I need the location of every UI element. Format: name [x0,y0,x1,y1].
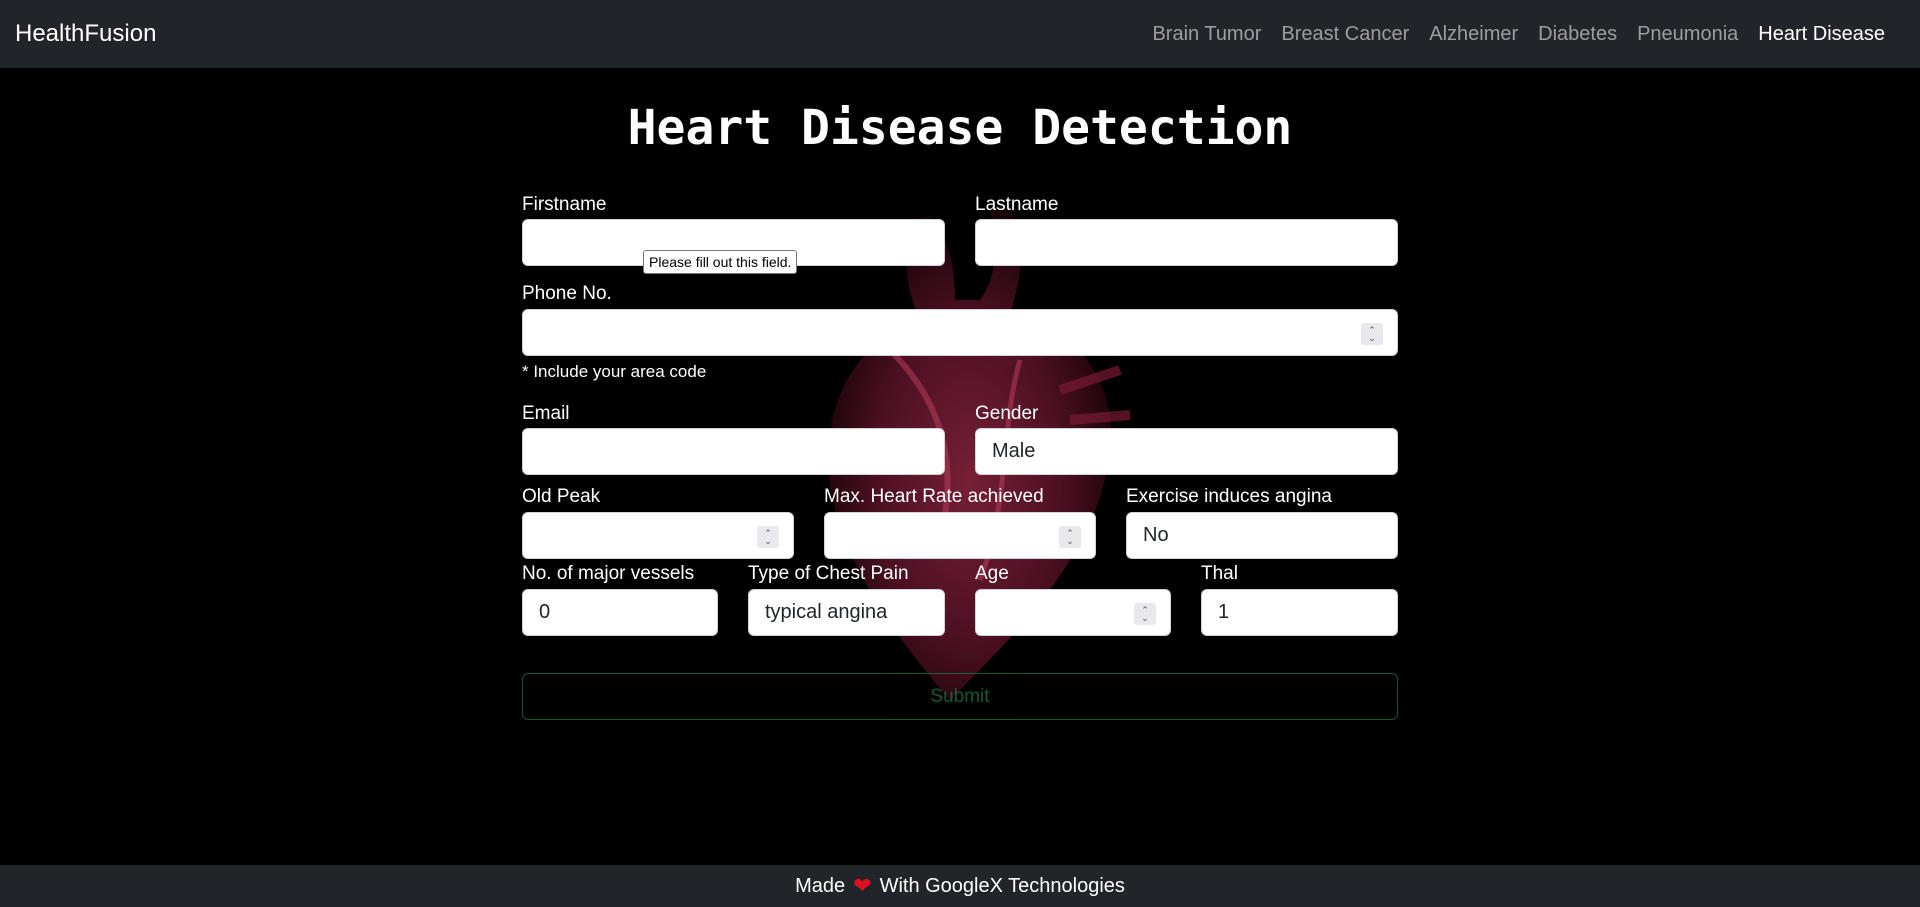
nav-link-diabetes[interactable]: Diabetes [1528,23,1627,46]
phone-help-text: * Include your area code [522,362,707,381]
brand-link[interactable]: HealthFusion [15,20,156,48]
max-heart-rate-input[interactable]: ⌃ ⌄ [824,512,1096,559]
age-input[interactable]: ⌃ ⌄ [975,589,1171,636]
nav-link-brain-tumor[interactable]: Brain Tumor [1142,23,1271,46]
exercise-angina-label: Exercise induces angina [1126,486,1332,507]
nav-link-pneumonia[interactable]: Pneumonia [1627,23,1748,46]
footer-with-text: With GoogleX Technologies [879,874,1125,897]
max-heart-rate-spinner-icon[interactable]: ⌃ ⌄ [1059,526,1081,548]
footer: Made ❤ With GoogleX Technologies [0,865,1920,907]
gender-label: Gender [975,403,1039,424]
old-peak-label: Old Peak [522,486,601,507]
nav-links: Brain Tumor Breast Cancer Alzheimer Diab… [1142,23,1895,46]
old-peak-input[interactable]: ⌃ ⌄ [522,512,794,559]
phone-spinner-icon[interactable]: ⌃ ⌄ [1361,323,1383,345]
nav-link-heart-disease[interactable]: Heart Disease [1748,23,1895,46]
max-heart-rate-label: Max. Heart Rate achieved [824,486,1044,507]
validation-tooltip: Please fill out this field. [643,250,798,274]
heart-icon: ❤ [853,873,872,898]
navbar: HealthFusion Brain Tumor Breast Cancer A… [0,0,1920,68]
major-vessels-label: No. of major vessels [522,563,695,584]
phone-label: Phone No. [522,283,612,304]
email-label: Email [522,403,570,424]
footer-made-text: Made [795,874,846,897]
chest-pain-label: Type of Chest Pain [748,563,909,584]
major-vessels-select[interactable]: 0 [522,589,718,636]
phone-input[interactable]: ⌃ ⌄ [522,309,1398,356]
age-label: Age [975,563,1009,584]
email-input[interactable] [522,428,945,475]
firstname-label: Firstname [522,194,607,215]
nav-link-breast-cancer[interactable]: Breast Cancer [1271,23,1419,46]
nav-link-alzheimer[interactable]: Alzheimer [1419,23,1528,46]
exercise-angina-select[interactable]: No [1126,512,1398,559]
chest-pain-select[interactable]: typical angina [748,589,945,636]
lastname-input[interactable] [975,219,1398,266]
lastname-label: Lastname [975,194,1059,215]
page-title: Heart Disease Detection [627,100,1293,156]
submit-button[interactable]: Submit [522,673,1398,720]
gender-select[interactable]: Male [975,428,1398,475]
old-peak-spinner-icon[interactable]: ⌃ ⌄ [757,526,779,548]
age-spinner-icon[interactable]: ⌃ ⌄ [1134,603,1156,625]
thal-select[interactable]: 1 [1201,589,1398,636]
thal-label: Thal [1201,563,1238,584]
